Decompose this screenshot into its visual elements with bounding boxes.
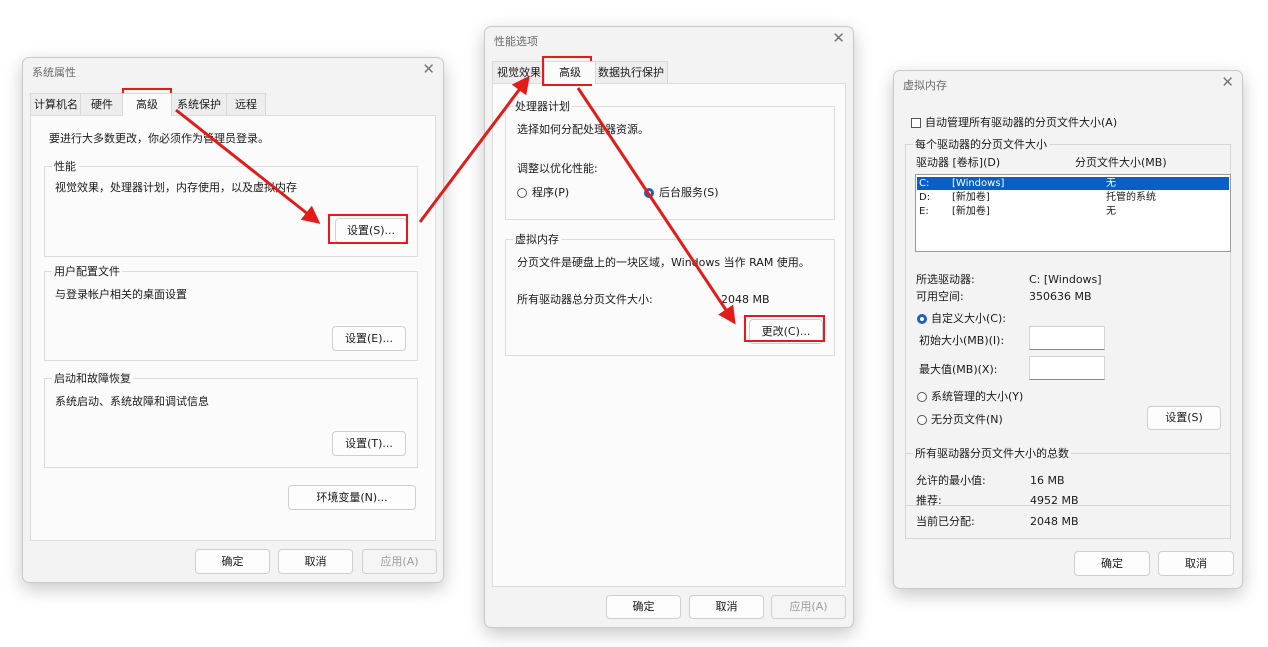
auto-manage-label[interactable]: 自动管理所有驱动器的分页文件大小(A)	[925, 116, 1117, 130]
custom-size-label[interactable]: 自定义大小(C):	[931, 312, 1006, 326]
free-space-label: 可用空间:	[916, 290, 964, 303]
performance-label: 性能	[52, 159, 78, 174]
highlight-performance-settings	[328, 214, 408, 244]
tab-hardware[interactable]: 硬件	[80, 93, 124, 115]
drive-size: 托管的系统	[1106, 192, 1156, 203]
drive-row[interactable]: D: [新加卷] 托管的系统	[917, 191, 1229, 204]
system-managed-label[interactable]: 系统管理的大小(Y)	[931, 390, 1023, 404]
tab-computer-name[interactable]: 计算机名	[30, 93, 82, 115]
user-profiles-group: 用户配置文件 与登录帐户相关的桌面设置 设置(E)...	[44, 264, 418, 361]
tab-system-protection[interactable]: 系统保护	[170, 93, 228, 115]
drive-letter: D:	[919, 192, 931, 203]
close-icon[interactable]: ✕	[422, 60, 435, 78]
tab-bar: 视觉效果 高级 数据执行保护	[492, 61, 842, 84]
currently-allocated-value: 2048 MB	[1030, 515, 1079, 528]
performance-description: 视觉效果，处理器计划，内存使用，以及虚拟内存	[55, 181, 297, 194]
selected-drive-label: 所选驱动器:	[916, 273, 975, 286]
currently-allocated-label: 当前已分配:	[916, 515, 975, 528]
tab-remote[interactable]: 远程	[226, 93, 266, 115]
drive-label: [新加卷]	[952, 206, 990, 217]
total-paging-label: 所有驱动器总分页文件大小:	[517, 293, 653, 306]
optimize-label: 调整以优化性能:	[517, 162, 598, 175]
column-size-header: 分页文件大小(MB)	[1075, 156, 1167, 169]
virtual-memory-description: 分页文件是硬盘上的一块区域，Windows 当作 RAM 使用。	[517, 256, 810, 269]
tab-visual-effects[interactable]: 视觉效果	[492, 61, 546, 83]
startup-recovery-description: 系统启动、系统故障和调试信息	[55, 395, 209, 408]
user-profiles-description: 与登录帐户相关的桌面设置	[55, 288, 187, 301]
drive-size: 无	[1106, 178, 1116, 189]
cancel-button[interactable]: 取消	[278, 549, 353, 574]
ok-button[interactable]: 确定	[1074, 551, 1150, 576]
close-icon[interactable]: ✕	[832, 29, 845, 47]
admin-note: 要进行大多数更改，你必须作为管理员登录。	[49, 132, 269, 145]
window-title: 系统属性	[32, 66, 76, 79]
startup-recovery-settings-button[interactable]: 设置(T)...	[332, 431, 406, 456]
user-profiles-label: 用户配置文件	[52, 264, 122, 279]
drive-size: 无	[1106, 206, 1116, 217]
tab-dep[interactable]: 数据执行保护	[594, 61, 668, 83]
minimum-label: 允许的最小值:	[916, 474, 986, 487]
auto-manage-checkbox[interactable]	[911, 118, 921, 128]
processor-scheduling-description: 选择如何分配处理器资源。	[517, 123, 649, 136]
drive-row[interactable]: E: [新加卷] 无	[917, 205, 1229, 218]
drive-label: [新加卷]	[952, 192, 990, 203]
no-paging-radio[interactable]	[917, 415, 927, 425]
background-services-radio[interactable]	[644, 188, 654, 198]
drive-label: [Windows]	[952, 178, 1005, 189]
custom-size-radio[interactable]	[917, 314, 927, 324]
set-button[interactable]: 设置(S)	[1147, 406, 1221, 430]
window-title: 虚拟内存	[903, 79, 947, 92]
close-icon[interactable]: ✕	[1221, 73, 1234, 91]
tab-advanced[interactable]: 高级	[122, 93, 172, 116]
virtual-memory-window: 虚拟内存 ✕ 自动管理所有驱动器的分页文件大小(A) 每个驱动器的分页文件大小 …	[893, 70, 1243, 589]
free-space-value: 350636 MB	[1029, 290, 1092, 303]
system-properties-window: 系统属性 ✕ 计算机名 硬件 高级 系统保护 远程 要进行大多数更改，你必须作为…	[22, 57, 444, 583]
drive-list[interactable]: C: [Windows] 无 D: [新加卷] 托管的系统 E: [新加卷] 无	[915, 174, 1231, 252]
max-size-input[interactable]	[1029, 356, 1105, 380]
column-drive-header: 驱动器 [卷标](D)	[916, 156, 1001, 169]
selected-drive-value: C: [Windows]	[1029, 273, 1102, 286]
window-title: 性能选项	[494, 35, 538, 48]
total-paging-group: 所有驱动器分页文件大小的总数 允许的最小值: 16 MB 推荐: 4952 MB…	[905, 446, 1231, 539]
apply-button[interactable]: 应用(A)	[771, 595, 846, 619]
initial-size-label: 初始大小(MB)(I):	[919, 334, 1005, 347]
recommended-label: 推荐:	[916, 494, 942, 507]
total-paging-value: 2048 MB	[721, 293, 770, 306]
virtual-memory-label: 虚拟内存	[513, 232, 561, 247]
processor-scheduling-group: 处理器计划 选择如何分配处理器资源。 调整以优化性能: 程序(P) 后台服务(S…	[505, 99, 835, 220]
ok-button[interactable]: 确定	[606, 595, 681, 619]
initial-size-input[interactable]	[1029, 326, 1105, 350]
background-services-label[interactable]: 后台服务(S)	[659, 186, 719, 200]
drive-letter: E:	[919, 206, 929, 217]
per-drive-label: 每个驱动器的分页文件大小	[913, 137, 1049, 152]
advanced-tab-page: 要进行大多数更改，你必须作为管理员登录。 性能 视觉效果，处理器计划，内存使用，…	[30, 115, 436, 541]
user-profiles-settings-button[interactable]: 设置(E)...	[332, 326, 406, 351]
programs-label[interactable]: 程序(P)	[532, 186, 569, 200]
drive-letter: C:	[919, 178, 930, 189]
no-paging-label[interactable]: 无分页文件(N)	[931, 413, 1003, 427]
highlight-change-button	[744, 315, 825, 342]
apply-button[interactable]: 应用(A)	[362, 549, 437, 574]
cancel-button[interactable]: 取消	[1158, 551, 1234, 576]
ok-button[interactable]: 确定	[195, 549, 270, 574]
tab-bar: 计算机名 硬件 高级 系统保护 远程	[30, 93, 430, 116]
startup-recovery-label: 启动和故障恢复	[52, 371, 133, 386]
processor-scheduling-label: 处理器计划	[513, 99, 572, 114]
max-size-label: 最大值(MB)(X):	[919, 363, 998, 376]
startup-recovery-group: 启动和故障恢复 系统启动、系统故障和调试信息 设置(T)...	[44, 371, 418, 468]
total-paging-label: 所有驱动器分页文件大小的总数	[913, 446, 1071, 461]
programs-radio[interactable]	[517, 188, 527, 198]
minimum-value: 16 MB	[1030, 474, 1065, 487]
environment-variables-button[interactable]: 环境变量(N)...	[288, 485, 416, 510]
tab-advanced[interactable]: 高级	[544, 61, 596, 84]
cancel-button[interactable]: 取消	[689, 595, 764, 619]
system-managed-radio[interactable]	[917, 392, 927, 402]
recommended-value: 4952 MB	[1030, 494, 1079, 507]
drive-row[interactable]: C: [Windows] 无	[917, 177, 1229, 190]
